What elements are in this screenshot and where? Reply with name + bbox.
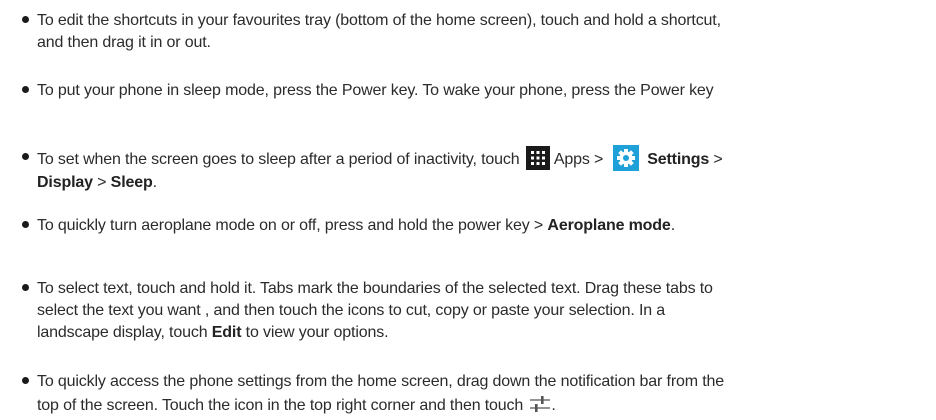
bullet bbox=[22, 153, 29, 160]
tip-line: To quickly access the phone settings fro… bbox=[37, 373, 725, 390]
tip-line: To quickly turn aeroplane mode on or off… bbox=[37, 215, 936, 237]
tip-text-segment: To quickly turn aeroplane mode on or off… bbox=[37, 217, 530, 234]
tip-line: select the text you want , and then touc… bbox=[37, 302, 666, 319]
bullet bbox=[22, 284, 29, 291]
bullet bbox=[22, 221, 29, 228]
tip-text: To quickly access the phone settings fro… bbox=[37, 371, 936, 417]
sleep-label: Sleep bbox=[110, 174, 153, 191]
separator: > bbox=[533, 217, 544, 234]
bullet bbox=[22, 16, 29, 23]
period: . bbox=[551, 397, 556, 414]
separator: > bbox=[97, 174, 107, 191]
tip-text-segment: To set when the screen goes to sleep aft… bbox=[37, 151, 520, 169]
aeroplane-mode-label: Aeroplane mode bbox=[547, 217, 671, 234]
edit-label: Edit bbox=[211, 324, 242, 341]
sliders-icon bbox=[529, 394, 551, 414]
apps-grid-icon bbox=[525, 146, 550, 170]
tip-line: Display > Sleep. bbox=[37, 172, 936, 194]
tip-line: To set when the screen goes to sleep aft… bbox=[37, 145, 936, 171]
tip-line: top of the screen. Touch the icon in the… bbox=[37, 395, 936, 417]
tip-text: To quickly turn aeroplane mode on or off… bbox=[37, 215, 936, 237]
tip-text: To edit the shortcuts in your favourites… bbox=[37, 10, 936, 54]
bullet bbox=[22, 86, 29, 93]
tip-text: To select text, touch and hold it. Tabs … bbox=[37, 278, 936, 344]
tip-line: To select text, touch and hold it. Tabs … bbox=[37, 280, 713, 297]
settings-gear-icon bbox=[613, 145, 640, 171]
period: . bbox=[152, 174, 157, 191]
apps-label: Apps bbox=[553, 151, 590, 169]
settings-label: Settings bbox=[647, 151, 710, 169]
tip-text-segment: landscape display, touch bbox=[37, 324, 208, 341]
tip-text-segment: top of the screen. Touch the icon in the… bbox=[37, 397, 524, 414]
display-label: Display bbox=[37, 174, 93, 191]
period: . bbox=[670, 217, 675, 234]
separator: > bbox=[713, 151, 723, 169]
tip-text: To set when the screen goes to sleep aft… bbox=[37, 145, 936, 194]
tip-text-segment: to view your options. bbox=[245, 324, 389, 341]
tip-line: To edit the shortcuts in your favourites… bbox=[37, 12, 721, 29]
tip-text: To put your phone in sleep mode, press t… bbox=[37, 80, 936, 102]
bullet bbox=[22, 377, 29, 384]
tip-line: landscape display, touch Edit to view yo… bbox=[37, 322, 936, 344]
tip-line: To put your phone in sleep mode, press t… bbox=[37, 82, 714, 99]
separator: > bbox=[594, 151, 604, 169]
tip-line: and then drag it in or out. bbox=[37, 34, 211, 51]
